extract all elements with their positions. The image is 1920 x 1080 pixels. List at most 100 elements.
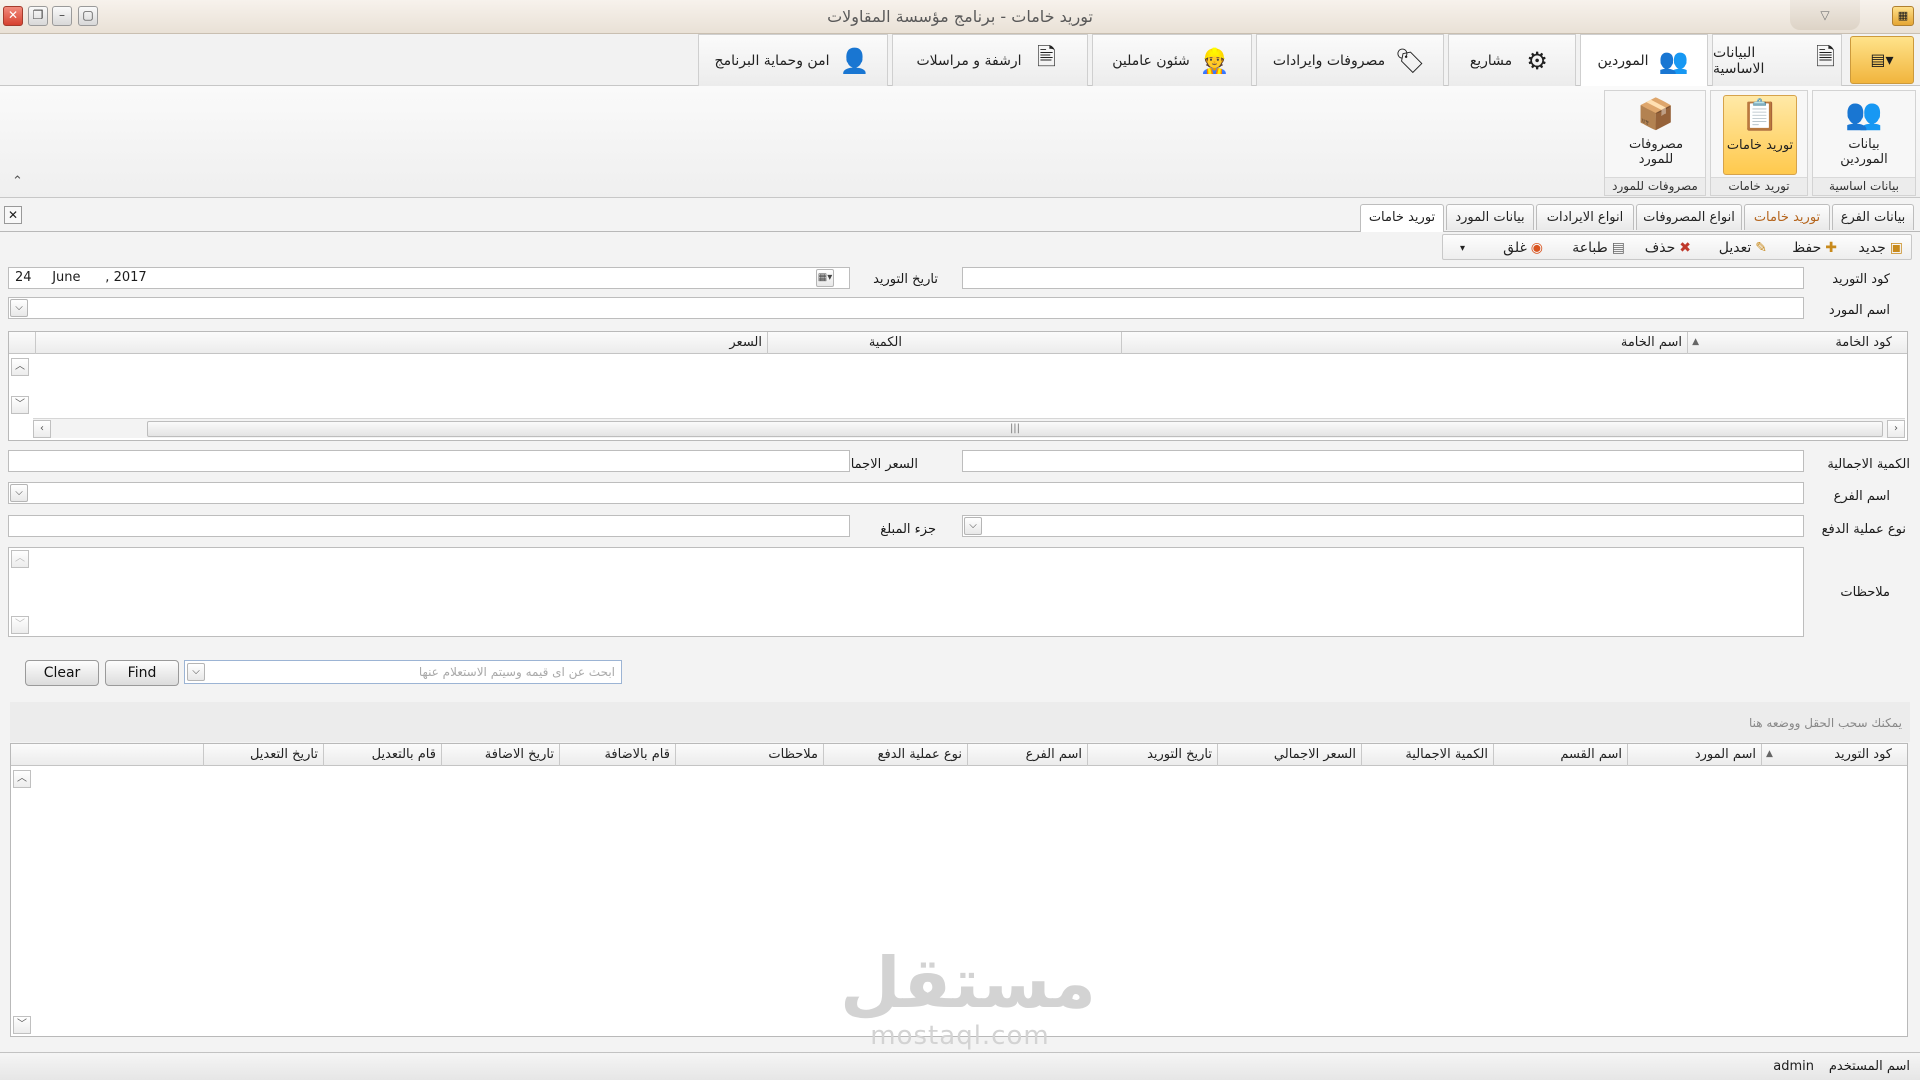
col-price[interactable]: السعر bbox=[35, 332, 767, 354]
tab-suppliers[interactable]: 👥 الموردين bbox=[1580, 34, 1708, 87]
notes-scroll-down-icon[interactable]: ﹀ bbox=[11, 616, 29, 634]
money-tag-icon: 🏷 bbox=[1394, 46, 1426, 75]
tab-archive[interactable]: 🖹 ارشفة و مراسلات bbox=[892, 34, 1088, 86]
user-value: admin bbox=[1773, 1059, 1814, 1074]
ribbon-group-supply: 📋 توريد خامات توريد خامات bbox=[1710, 90, 1808, 196]
results-scroll-up-icon[interactable]: ︿ bbox=[13, 770, 31, 788]
supply-code-label: كود التوريد bbox=[1832, 272, 1890, 287]
status-bar: اسم المستخدم admin bbox=[0, 1052, 1920, 1080]
results-grid-header: كود التوريد ▲ اسم المورد اسم القسم الكمي… bbox=[11, 744, 1907, 766]
col-total-price[interactable]: السعر الاجمالي bbox=[1217, 744, 1361, 766]
form-toolbar: ▣ جديد ✚ حفظ ✎ تعديل ✖ حذف ▤ طباعة ◉ غلق… bbox=[1442, 234, 1912, 260]
find-button[interactable]: Find bbox=[105, 660, 179, 686]
supplier-dropdown-icon[interactable]: ⌵ bbox=[10, 299, 28, 317]
col-modified-by[interactable]: قام بالتعديل bbox=[323, 744, 441, 766]
col-item-code[interactable]: كود الخامة bbox=[1687, 332, 1897, 354]
group-label: مصروفات للمورد bbox=[1605, 177, 1705, 195]
doc-tab-raw-supply[interactable]: توريد خامات bbox=[1744, 204, 1830, 230]
supplier-expenses-button[interactable]: 📦 مصروفات للمورد bbox=[1619, 95, 1693, 175]
horizontal-scrollbar[interactable]: ‹ ||| › bbox=[33, 418, 1905, 438]
document-icon: 🗎 bbox=[1815, 43, 1836, 71]
search-input[interactable]: ابحث عن اى قيمه وسيتم الاستعلام عنها bbox=[184, 660, 622, 684]
collapse-ribbon-icon[interactable]: ⌃ bbox=[12, 174, 23, 189]
results-scroll-down-icon[interactable]: ﹀ bbox=[13, 1016, 31, 1034]
supply-date-label: تاريخ التوريد bbox=[873, 272, 938, 287]
total-qty-label: الكمية الاجمالية bbox=[1827, 457, 1910, 472]
scroll-right-icon[interactable]: › bbox=[1887, 420, 1905, 438]
scroll-up-icon[interactable]: ︿ bbox=[11, 358, 29, 376]
col-quantity[interactable]: الكمية bbox=[767, 332, 907, 354]
items-grid-header: كود الخامة اسم الخامة ▲ الكمية السعر bbox=[9, 332, 1907, 354]
new-button[interactable]: ▣ جديد bbox=[1859, 238, 1903, 258]
application-menu-button[interactable]: ▤▾ bbox=[1850, 36, 1914, 84]
col-added-date[interactable]: تاريخ الاضافة bbox=[441, 744, 559, 766]
calendar-dropdown-icon[interactable]: ▦▾ bbox=[816, 269, 834, 287]
worker-icon: 👷 bbox=[1199, 46, 1230, 75]
col-added-by[interactable]: قام بالاضافة bbox=[559, 744, 675, 766]
sort-up-icon: ▲ bbox=[1692, 337, 1699, 347]
branch-dropdown-icon[interactable]: ⌵ bbox=[10, 484, 28, 502]
scroll-down-icon[interactable]: ﹀ bbox=[11, 396, 29, 414]
supplier-name-combo[interactable] bbox=[8, 297, 1804, 319]
group-by-area[interactable]: يمكنك سحب الحقل ووضعه هنا bbox=[10, 702, 1910, 742]
doc-tab-revenue-types[interactable]: انواع الايرادات bbox=[1536, 204, 1634, 230]
col-total-qty[interactable]: الكمية الاجمالية bbox=[1361, 744, 1493, 766]
col-item-name[interactable]: اسم الخامة ▲ bbox=[1121, 332, 1699, 354]
new-record-icon: ▣ bbox=[1889, 240, 1903, 256]
doc-tab-raw-supply-active[interactable]: توريد خامات bbox=[1360, 204, 1444, 232]
raw-supply-button[interactable]: 📋 توريد خامات bbox=[1723, 95, 1797, 175]
tab-security[interactable]: 👤 امن وحماية البرنامج bbox=[698, 34, 888, 86]
edit-pencil-icon: ✎ bbox=[1755, 240, 1767, 256]
tab-label: مصروفات وايرادات bbox=[1272, 52, 1386, 69]
quick-access-chevron-icon[interactable]: ▽ bbox=[1790, 0, 1860, 30]
edit-button[interactable]: ✎ تعديل bbox=[1719, 238, 1767, 258]
window-title: توريد خامات - برنامج مؤسسة المقاولات bbox=[827, 7, 1093, 26]
save-button[interactable]: ✚ حفظ bbox=[1792, 238, 1837, 258]
items-grid[interactable]: كود الخامة اسم الخامة ▲ الكمية السعر ︿ ﹀… bbox=[8, 331, 1908, 441]
tab-basic-data[interactable]: 🗎 البيانات الاساسية bbox=[1712, 34, 1842, 86]
tab-projects[interactable]: ⚙ مشاريع bbox=[1448, 34, 1576, 86]
tab-expenses-revenues[interactable]: 🏷 مصروفات وايرادات bbox=[1256, 34, 1444, 86]
total-qty-field[interactable] bbox=[962, 450, 1804, 472]
notes-label: ملاحظات bbox=[1840, 585, 1890, 600]
supply-date-field[interactable]: 24 June , 2017 bbox=[8, 267, 850, 289]
total-price-field[interactable] bbox=[8, 450, 850, 472]
delete-button[interactable]: ✖ حذف bbox=[1645, 238, 1691, 258]
col-notes[interactable]: ملاحظات bbox=[675, 744, 823, 766]
clear-button[interactable]: Clear bbox=[25, 660, 99, 686]
amount-part-field[interactable] bbox=[8, 515, 850, 537]
search-dropdown-icon[interactable]: ⌵ bbox=[187, 663, 205, 681]
projects-icon: ⚙ bbox=[1526, 46, 1548, 75]
toolbar-overflow-icon[interactable]: ▾ bbox=[1460, 238, 1465, 258]
save-icon: ✚ bbox=[1825, 240, 1837, 256]
doc-tab-expense-types[interactable]: انواع المصروفات bbox=[1636, 204, 1742, 230]
col-supplier-name[interactable]: اسم المورد bbox=[1627, 744, 1761, 766]
doc-tab-supplier-data[interactable]: بيانات المورد bbox=[1446, 204, 1534, 230]
print-button[interactable]: ▤ طباعة bbox=[1572, 238, 1625, 258]
col-supply-date[interactable]: تاريخ التوريد bbox=[1087, 744, 1217, 766]
tab-employees[interactable]: 👷 شئون عاملين bbox=[1092, 34, 1252, 86]
box-money-icon: 📦 bbox=[1637, 97, 1675, 132]
tab-label: امن وحماية البرنامج bbox=[714, 52, 830, 69]
col-payment-type[interactable]: نوع عملية الدفع bbox=[823, 744, 967, 766]
col-department[interactable]: اسم القسم bbox=[1493, 744, 1627, 766]
suppliers-data-button[interactable]: 👥 بيانات الموردين bbox=[1827, 95, 1901, 175]
col-supply-code[interactable]: كود التوريد ▲ bbox=[1761, 744, 1897, 766]
document-tabs: بيانات الفرع توريد خامات انواع المصروفات… bbox=[0, 198, 1920, 232]
col-modified-date[interactable]: تاريخ التعديل bbox=[203, 744, 323, 766]
title-bar: ✕ ❐ – ▢ توريد خامات - برنامج مؤسسة المقا… bbox=[0, 0, 1920, 34]
notes-scroll-up-icon[interactable]: ︿ bbox=[11, 550, 29, 568]
close-document-icon[interactable]: ✕ bbox=[4, 206, 22, 224]
scroll-left-icon[interactable]: ‹ bbox=[33, 420, 51, 438]
scrollbar-thumb[interactable]: ||| bbox=[147, 421, 1883, 437]
payment-type-dropdown-icon[interactable]: ⌵ bbox=[964, 517, 982, 535]
supply-code-field[interactable] bbox=[962, 267, 1804, 289]
col-branch[interactable]: اسم الفرع bbox=[967, 744, 1087, 766]
close-button[interactable]: ◉ غلق bbox=[1503, 238, 1543, 258]
payment-type-combo[interactable] bbox=[962, 515, 1804, 537]
user-label: اسم المستخدم bbox=[1828, 1059, 1910, 1074]
branch-name-combo[interactable] bbox=[8, 482, 1804, 504]
notes-textarea[interactable]: ︿ ﹀ bbox=[8, 547, 1804, 637]
doc-tab-branch-data[interactable]: بيانات الفرع bbox=[1832, 204, 1914, 230]
branch-name-label: اسم الفرع bbox=[1833, 489, 1890, 504]
